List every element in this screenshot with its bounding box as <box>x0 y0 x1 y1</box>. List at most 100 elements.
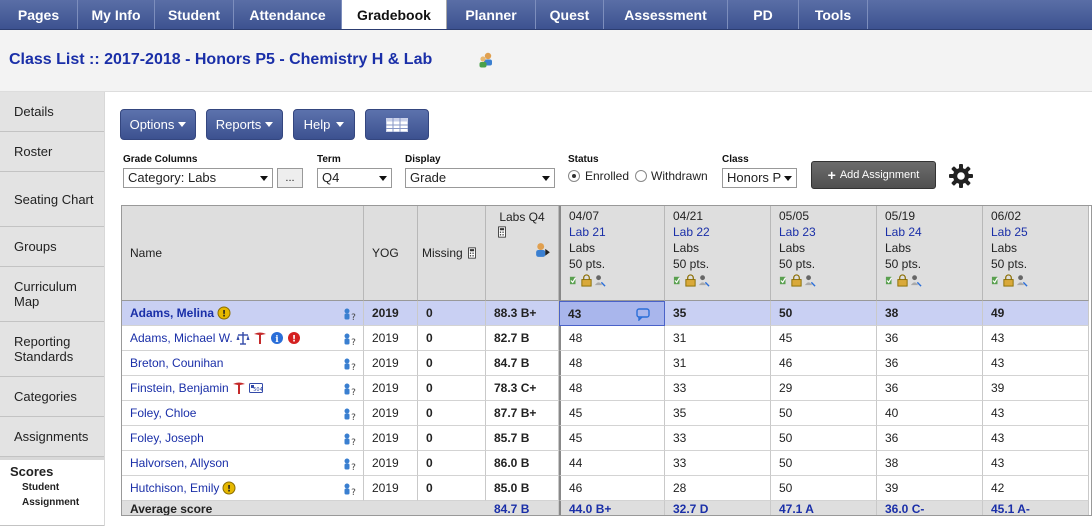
student-lookup-icon[interactable]: ? <box>342 332 358 346</box>
table-cell-score[interactable]: 38 <box>877 301 983 326</box>
table-cell-score[interactable]: 39 <box>877 476 983 501</box>
table-cell-score[interactable]: 36 <box>877 426 983 451</box>
assignment-header-21[interactable]: 04/07 Lab 21 Labs 50 pts. <box>559 206 665 301</box>
table-cell-score[interactable]: 40 <box>877 401 983 426</box>
sidebar-item-reporting-standards[interactable]: Reporting Standards <box>0 322 104 377</box>
table-cell-score[interactable]: 31 <box>665 351 771 376</box>
table-cell-score[interactable]: 31 <box>665 326 771 351</box>
table-cell-score[interactable]: 46 <box>559 476 665 501</box>
table-cell-score[interactable]: 44 <box>559 451 665 476</box>
status-enrolled-radio[interactable] <box>568 170 580 182</box>
table-cell-score[interactable]: 43 <box>983 401 1089 426</box>
help-button[interactable]: Help <box>293 109 355 140</box>
table-row-name[interactable]: Hutchison, Emily!? <box>122 476 364 501</box>
table-row-name[interactable]: Breton, Counihan? <box>122 351 364 376</box>
assignment-name-link[interactable]: Lab 22 <box>673 224 770 240</box>
table-cell-score[interactable]: 42 <box>983 476 1089 501</box>
table-cell-score[interactable]: 33 <box>665 376 771 401</box>
nav-tab-planner[interactable]: Planner <box>447 0 536 29</box>
table-cell-score[interactable]: 45 <box>559 401 665 426</box>
status-withdrawn-radio[interactable] <box>635 170 647 182</box>
table-cell-score[interactable]: 29 <box>771 376 877 401</box>
warning-icon[interactable]: ! <box>222 481 236 495</box>
reports-button[interactable]: Reports <box>206 109 283 140</box>
table-row-name[interactable]: Halvorsen, Allyson? <box>122 451 364 476</box>
lock-icon[interactable] <box>580 274 593 287</box>
spreadsheet-view-button[interactable] <box>365 109 429 140</box>
info-icon[interactable]: i <box>270 331 284 345</box>
table-cell-score[interactable]: 43 <box>983 426 1089 451</box>
table-cell-score[interactable]: 49 <box>983 301 1089 326</box>
name-column-header[interactable]: Name <box>122 206 364 301</box>
assignment-name-link[interactable]: Lab 25 <box>991 224 1088 240</box>
missing-column-header[interactable]: Missing <box>418 206 486 301</box>
nav-tab-assessment[interactable]: Assessment <box>604 0 728 29</box>
user-search-icon[interactable] <box>803 274 816 287</box>
nav-tab-tools[interactable]: Tools <box>799 0 868 29</box>
assignment-header-25[interactable]: 06/02 Lab 25 Labs 50 pts. <box>983 206 1089 301</box>
sidebar-item-curriculum-map[interactable]: Curriculum Map <box>0 267 104 322</box>
table-row-name[interactable]: Adams, Melina!? <box>122 301 364 326</box>
grade-columns-select[interactable]: Category: Labs <box>123 168 273 188</box>
assignment-header-22[interactable]: 04/21 Lab 22 Labs 50 pts. <box>665 206 771 301</box>
table-cell-score[interactable]: 48 <box>559 326 665 351</box>
student-name-link[interactable]: Foley, Joseph <box>130 431 204 445</box>
student-lookup-icon[interactable]: ? <box>342 482 358 496</box>
student-name-link[interactable]: Finstein, Benjamin <box>130 381 229 395</box>
student-name-link[interactable]: Halvorsen, Allyson <box>130 456 229 470</box>
medical-icon[interactable] <box>232 381 246 395</box>
table-cell-score[interactable]: 36 <box>877 376 983 401</box>
table-cell-score[interactable]: 35 <box>665 401 771 426</box>
table-cell-score[interactable]: 50 <box>771 301 877 326</box>
user-search-icon[interactable] <box>1015 274 1028 287</box>
sidebar-subitem-student[interactable]: Student <box>10 479 104 496</box>
gear-icon[interactable] <box>948 163 974 189</box>
table-row-name[interactable]: Finstein, Benjamin 504? <box>122 376 364 401</box>
student-name-link[interactable]: Hutchison, Emily <box>130 481 219 495</box>
sidebar-subitem-assignment[interactable]: Assignment <box>10 496 104 510</box>
nav-tab-attendance[interactable]: Attendance <box>234 0 342 29</box>
sidebar-item-scores[interactable]: Scores Student Assignment <box>0 460 104 526</box>
nav-tab-quest[interactable]: Quest <box>536 0 604 29</box>
student-lookup-icon[interactable]: ? <box>342 407 358 421</box>
options-button[interactable]: Options <box>120 109 196 140</box>
sidebar-item-categories[interactable]: Categories <box>0 377 104 417</box>
user-search-icon[interactable] <box>593 274 606 287</box>
table-cell-score[interactable]: 50 <box>771 476 877 501</box>
sidebar-item-seating-chart[interactable]: Seating Chart <box>0 172 104 227</box>
table-cell-score[interactable]: 48 <box>559 351 665 376</box>
lock-icon[interactable] <box>684 274 697 287</box>
assignment-header-23[interactable]: 05/05 Lab 23 Labs 50 pts. <box>771 206 877 301</box>
sidebar-item-roster[interactable]: Roster <box>0 132 104 172</box>
labs-q4-column-header[interactable]: Labs Q4 <box>486 206 559 301</box>
medical-icon[interactable] <box>253 331 267 345</box>
table-cell-score[interactable]: 48 <box>559 376 665 401</box>
id-card-icon[interactable]: 504 <box>248 381 263 395</box>
nav-tab-my-info[interactable]: My Info <box>78 0 155 29</box>
comment-icon[interactable] <box>636 307 650 321</box>
lock-icon[interactable] <box>896 274 909 287</box>
table-cell-score[interactable]: 33 <box>665 426 771 451</box>
table-cell-score[interactable]: 38 <box>877 451 983 476</box>
table-cell-score[interactable]: 50 <box>771 401 877 426</box>
student-lookup-icon[interactable]: ? <box>342 357 358 371</box>
nav-tab-pages[interactable]: Pages <box>0 0 78 29</box>
table-cell-score[interactable]: 45 <box>559 426 665 451</box>
warning-icon[interactable]: ! <box>217 306 231 320</box>
student-lookup-icon[interactable]: ? <box>342 457 358 471</box>
student-name-link[interactable]: Adams, Michael W. <box>130 331 233 345</box>
table-cell-score[interactable]: 36 <box>877 351 983 376</box>
user-search-icon[interactable] <box>697 274 710 287</box>
student-name-link[interactable]: Foley, Chloe <box>130 406 196 420</box>
alert-icon[interactable]: ! <box>287 331 301 345</box>
display-select[interactable]: Grade <box>405 168 555 188</box>
student-name-link[interactable]: Adams, Melina <box>130 306 214 320</box>
user-search-icon[interactable] <box>909 274 922 287</box>
term-select[interactable]: Q4 <box>317 168 392 188</box>
student-view-icon[interactable] <box>535 242 551 258</box>
assignment-name-link[interactable]: Lab 24 <box>885 224 982 240</box>
student-lookup-icon[interactable]: ? <box>342 432 358 446</box>
table-cell-score[interactable]: 45 <box>771 326 877 351</box>
lock-icon[interactable] <box>1002 274 1015 287</box>
add-assignment-button[interactable]: + Add Assignment <box>811 161 936 189</box>
